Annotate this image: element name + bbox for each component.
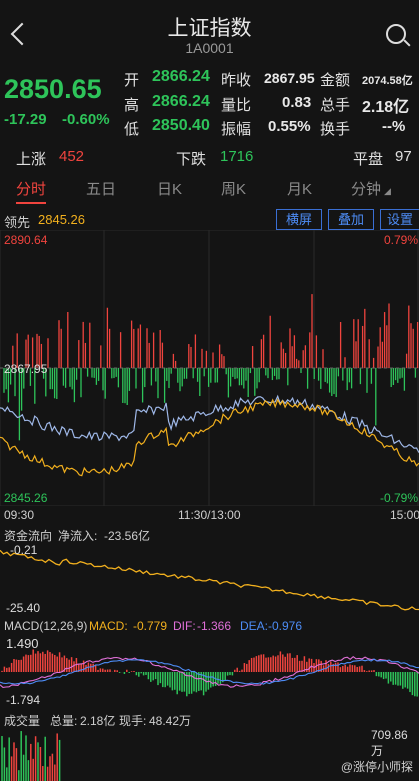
advance-count: 452 xyxy=(59,148,85,165)
open-label: 开 xyxy=(124,72,140,89)
tab-minute-label: 分钟 xyxy=(351,181,382,198)
price-axis-bottom: 2845.26 xyxy=(4,491,48,505)
settings-button[interactable]: 设置 xyxy=(380,209,419,230)
fullscreen-button[interactable]: 横屏 xyxy=(276,209,322,230)
prev-close-value: 2867.95 xyxy=(264,70,315,86)
dea-value: -0.976 xyxy=(268,619,303,633)
tab-five-day[interactable]: 五日 xyxy=(86,178,116,199)
lead-label: 领先 xyxy=(4,215,31,230)
high-label: 高 xyxy=(124,97,140,114)
time-mid: 11:30/13:00 xyxy=(178,508,241,522)
tab-intraday[interactable]: 分时 xyxy=(16,178,46,199)
index-code: 1A0001 xyxy=(185,40,234,56)
active-tab-indicator xyxy=(16,202,46,204)
intraday-chart[interactable] xyxy=(0,230,419,506)
amplitude-value: 0.55% xyxy=(268,118,311,135)
current-price: 2850.65 xyxy=(4,74,102,104)
advance-label: 上涨 xyxy=(16,151,47,168)
open-value: 2866.24 xyxy=(152,68,210,85)
chart-tabs: 分时 五日 日K 周K 月K 分钟 ◢ xyxy=(0,178,419,204)
tab-monthly-k[interactable]: 月K xyxy=(287,178,312,199)
volume-ratio-label: 量比 xyxy=(221,97,252,114)
total-hands-value: 2.18亿 xyxy=(362,99,410,116)
tab-minute[interactable]: 分钟 ◢ xyxy=(351,178,391,199)
time-start: 09:30 xyxy=(4,508,35,522)
high-value: 2866.24 xyxy=(152,93,210,110)
unchanged-label: 平盘 xyxy=(353,151,384,168)
watermark: @涨停小师探 xyxy=(340,760,413,774)
macd-axis-bottom: -1.794 xyxy=(6,693,41,707)
decline-count: 1716 xyxy=(220,148,254,165)
fund-flow-top: -0.21 xyxy=(10,543,38,557)
pct-axis-top: 0.79% xyxy=(384,233,419,247)
decline-label: 下跌 xyxy=(176,151,207,168)
overlay-button[interactable]: 叠加 xyxy=(328,209,374,230)
price-axis-top: 2890.64 xyxy=(4,233,48,247)
low-value: 2850.40 xyxy=(152,117,210,134)
pct-axis-bottom: -0.79% xyxy=(380,491,419,505)
low-label: 低 xyxy=(124,121,140,138)
time-end: 15:00 xyxy=(390,508,419,522)
tab-weekly-k[interactable]: 周K xyxy=(221,178,246,199)
price-axis-mid: 2867.95 xyxy=(4,362,48,376)
volume-axis-max: 709.86万 xyxy=(371,728,408,758)
macd-chart xyxy=(0,649,419,697)
macd-label: MACD: xyxy=(89,619,128,633)
fund-flow-bottom: -25.40 xyxy=(6,601,41,615)
page-title: 上证指数 xyxy=(167,17,252,40)
total-hands-label: 总手 xyxy=(320,97,351,114)
macd-axis-top: 1.490 xyxy=(6,636,39,651)
dif-label: DIF: xyxy=(173,619,196,633)
prev-close-label: 昨收 xyxy=(221,72,252,89)
amplitude-label: 振幅 xyxy=(221,121,252,138)
macd-value: -0.779 xyxy=(133,619,168,633)
search-icon[interactable] xyxy=(386,24,406,44)
volume-ratio-value: 0.83 xyxy=(282,94,312,111)
macd-title: MACD(12,26,9) xyxy=(4,619,88,633)
dea-label: DEA: xyxy=(240,619,269,633)
fund-flow-chart xyxy=(0,549,419,611)
amount-label: 金额 xyxy=(320,72,351,89)
turnover-label: 换手 xyxy=(320,121,351,138)
tab-daily-k[interactable]: 日K xyxy=(157,178,182,199)
dropdown-icon: ◢ xyxy=(384,186,391,196)
dif-value: -1.366 xyxy=(197,619,232,633)
lead-value: 2845.26 xyxy=(38,212,85,227)
price-change: -17.29 xyxy=(4,111,47,128)
turnover-value: --% xyxy=(382,118,406,135)
fund-flow-line xyxy=(0,549,419,611)
amount-value: 2074.58亿 xyxy=(362,75,413,87)
price-change-pct: -0.60% xyxy=(62,111,110,128)
unchanged-count: 97 xyxy=(395,148,412,165)
